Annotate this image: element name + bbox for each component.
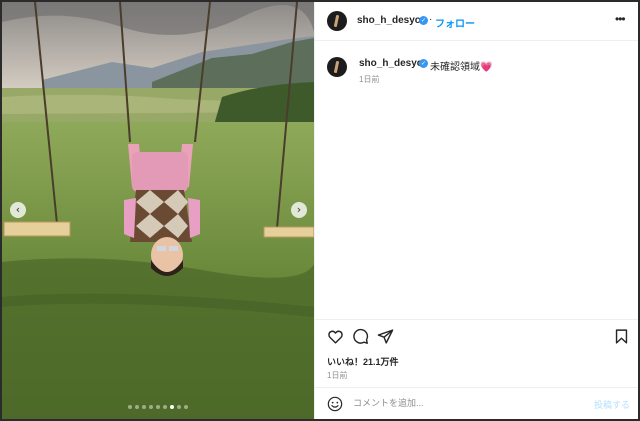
previous-photo-button[interactable]: ‹ [10,202,26,218]
next-photo-button[interactable]: › [291,202,307,218]
carousel-dot [184,405,188,409]
carousel-dot [142,405,146,409]
bookmark-icon[interactable] [613,328,630,345]
carousel-dot [156,405,160,409]
separator-dot: · [429,14,433,25]
carousel-dot [149,405,153,409]
caption-time[interactable]: 1日前 [359,74,379,85]
add-comment-bar: 投稿する [315,387,638,419]
post-time[interactable]: 1日前 [327,370,347,381]
carousel-dot [163,405,167,409]
post-comment-button[interactable]: 投稿する [594,398,630,411]
carousel-dot [170,405,174,409]
action-bar: いいね！21.1万件 1日前 [315,319,638,387]
more-icon[interactable]: ••• [615,12,626,26]
post-modal: ‹ › sho_h_desyo ✓ · フォロー ••• sho_h_desyo… [2,2,638,419]
carousel-dots [2,405,314,409]
comment-icon[interactable] [352,328,369,345]
carousel-dot [177,405,181,409]
carousel-dot [128,405,132,409]
header-username[interactable]: sho_h_desyo [357,15,421,26]
swing-photo-illustration [2,2,314,419]
emoji-icon[interactable] [327,396,343,412]
verified-icon: ✓ [419,16,428,25]
like-count[interactable]: いいね！21.1万件 [327,355,399,368]
post-side-panel: sho_h_desyo ✓ · フォロー ••• sho_h_desyo ✓ 未… [314,2,638,419]
post-photo[interactable]: ‹ › [2,2,314,419]
post-header: sho_h_desyo ✓ · フォロー ••• [315,2,638,41]
avatar[interactable] [327,57,347,77]
verified-icon: ✓ [419,59,428,68]
comment-input[interactable] [353,395,573,411]
share-icon[interactable] [377,328,394,345]
avatar[interactable] [327,11,347,31]
follow-button[interactable]: フォロー [435,15,475,30]
caption-text: 未確認領域💗 [430,62,493,73]
caption-username[interactable]: sho_h_desyo [359,58,423,69]
heart-icon[interactable] [327,328,344,345]
carousel-dot [135,405,139,409]
